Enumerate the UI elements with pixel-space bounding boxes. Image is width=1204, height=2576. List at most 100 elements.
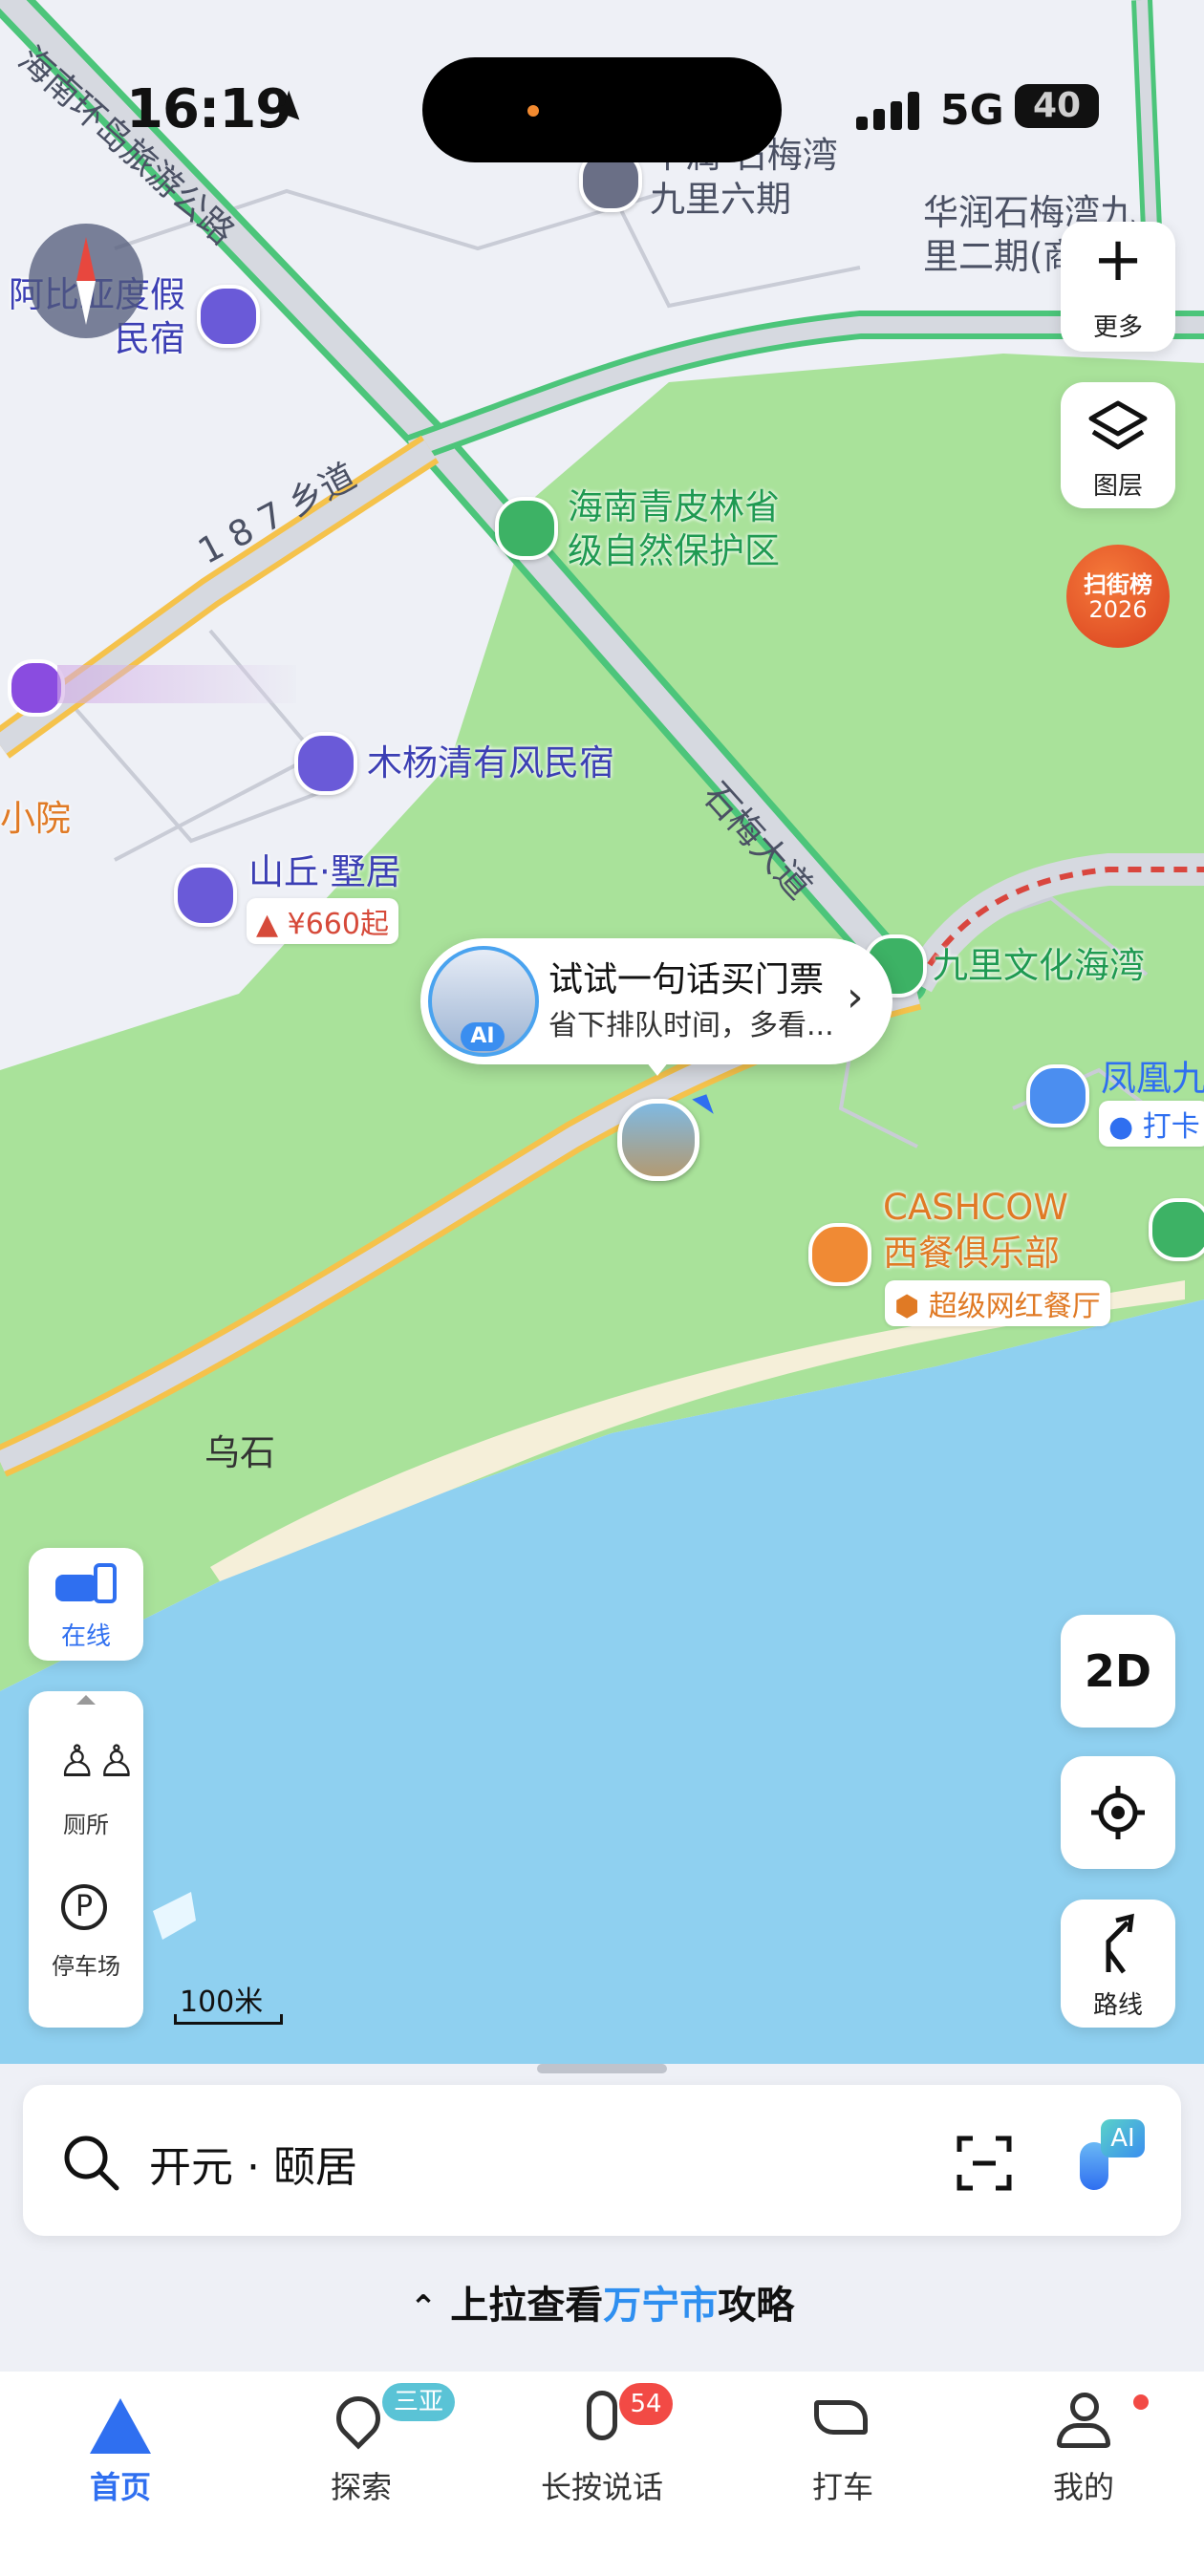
nature-icon[interactable] bbox=[1149, 1198, 1204, 1261]
bubble-tail bbox=[642, 1057, 673, 1076]
parking-icon: P bbox=[61, 1884, 107, 1930]
hotel-icon[interactable] bbox=[197, 285, 260, 348]
tab-taxi-label: 打车 bbox=[811, 2469, 873, 2505]
hotel-icon[interactable] bbox=[174, 864, 237, 927]
tab-bar: 首页 三亚 探索 54 长按说话 打车 我的 bbox=[0, 2372, 1204, 2576]
island-dot bbox=[527, 105, 539, 117]
ai-bubble-title: 试试一句话买门票 bbox=[548, 960, 825, 999]
online-label: 在线 bbox=[60, 1622, 111, 1651]
layers-button[interactable]: 图层 bbox=[1061, 382, 1175, 508]
locate-button[interactable] bbox=[1061, 1756, 1175, 1869]
taxi-send-icon bbox=[814, 2400, 868, 2435]
search-input[interactable]: 开元 · 颐居 bbox=[149, 2133, 357, 2194]
map-label-wushi[interactable]: 乌石 bbox=[204, 1431, 275, 1475]
map-label-reserve-line2: 级自然保护区 bbox=[568, 530, 780, 571]
chevron-up-icon[interactable] bbox=[76, 1695, 96, 1705]
drag-handle[interactable] bbox=[537, 2064, 667, 2073]
status-bar: 16:19 ➤ 5G 40 bbox=[0, 0, 1204, 220]
network-type: 5G bbox=[940, 86, 1004, 135]
explore-badge: 三亚 bbox=[382, 2383, 455, 2421]
ai-tag: AI bbox=[1101, 2119, 1145, 2157]
plus-icon: + bbox=[1092, 225, 1144, 295]
tab-explore[interactable]: 三亚 探索 bbox=[241, 2372, 482, 2576]
navigation-arrow-icon bbox=[90, 2398, 151, 2454]
nature-reserve-icon[interactable] bbox=[495, 497, 558, 560]
scan-icon[interactable] bbox=[956, 2135, 1013, 2192]
map-label-fenghuang[interactable]: 凤凰九 bbox=[1101, 1057, 1204, 1101]
parking-label: 停车场 bbox=[52, 1953, 120, 1980]
double-chevron-up-icon: ⌃ bbox=[409, 2288, 438, 2327]
city-guide-suffix: 攻略 bbox=[718, 2284, 795, 2328]
search-icon bbox=[64, 2136, 119, 2191]
route-label: 路线 bbox=[1092, 1991, 1143, 2020]
toilet-button[interactable]: ♙♙ 厕所 bbox=[29, 1722, 143, 1856]
restaurant-icon[interactable] bbox=[808, 1223, 871, 1286]
price-tag-text: ¥660起 bbox=[287, 908, 389, 941]
notification-dot bbox=[1133, 2394, 1149, 2410]
2d-label: 2D bbox=[1084, 1645, 1152, 1697]
signal-icon bbox=[856, 92, 919, 130]
layers-label: 图层 bbox=[1092, 472, 1143, 501]
price-tag: ▲ ¥660起 bbox=[247, 898, 398, 944]
car-phone-icon bbox=[55, 1561, 117, 1609]
map-label-reserve: 海南青皮林省 级自然保护区 bbox=[568, 485, 780, 573]
map-label-cashcow[interactable]: CASHCOW 西餐俱乐部 bbox=[883, 1185, 1068, 1277]
layers-icon bbox=[1088, 400, 1148, 450]
tab-home-label: 首页 bbox=[89, 2469, 151, 2505]
chevron-right-icon: › bbox=[847, 973, 864, 1021]
city-guide-link[interactable]: ⌃ 上拉查看万宁市攻略 bbox=[0, 2274, 1204, 2329]
checkin-tag: ● 打卡 bbox=[1099, 1101, 1204, 1147]
purple-location-dot[interactable] bbox=[8, 659, 65, 717]
city-guide-prefix: 上拉查看 bbox=[450, 2284, 604, 2328]
street-rank-title: 扫街榜 bbox=[1084, 571, 1152, 598]
scale-bar: 100米 bbox=[172, 1978, 283, 2026]
map-label-shanqiu[interactable]: 山丘·墅居 bbox=[248, 850, 401, 894]
tab-voice[interactable]: 54 长按说话 bbox=[482, 2372, 722, 2576]
voice-badge: 54 bbox=[619, 2383, 673, 2425]
map-label-cashcow-line1: CASHCOW bbox=[883, 1187, 1068, 1228]
map-label-cashcow-line2: 西餐俱乐部 bbox=[883, 1233, 1060, 1274]
more-button[interactable]: + 更多 bbox=[1061, 222, 1175, 352]
toilet-label: 厕所 bbox=[63, 1812, 109, 1838]
dynamic-island bbox=[422, 57, 782, 162]
tab-taxi[interactable]: 打车 bbox=[722, 2372, 963, 2576]
voice-ai-button[interactable]: AI bbox=[1064, 2119, 1145, 2205]
hotel-icon[interactable] bbox=[294, 732, 357, 795]
user-body-icon bbox=[1057, 2423, 1110, 2448]
ai-ticket-bubble[interactable]: AI 试试一句话买门票 省下排队时间，多看... › bbox=[420, 938, 892, 1064]
facility-panel: ♙♙ 厕所 P 停车场 bbox=[29, 1691, 143, 2028]
battery-indicator: 40 bbox=[1015, 84, 1099, 128]
tab-home[interactable]: 首页 bbox=[0, 2372, 241, 2576]
tab-mine[interactable]: 我的 bbox=[963, 2372, 1204, 2576]
museum-icon[interactable] bbox=[1026, 1064, 1089, 1127]
map-label-xiaoyuan[interactable]: 小院 bbox=[0, 797, 71, 841]
route-arrow-icon bbox=[1106, 1913, 1134, 1974]
parking-button[interactable]: P 停车场 bbox=[29, 1865, 143, 2008]
locate-target-icon bbox=[1091, 1786, 1145, 1839]
2d-toggle-button[interactable]: 2D bbox=[1061, 1615, 1175, 1728]
street-rank-year: 2026 bbox=[1088, 596, 1148, 623]
microphone-icon bbox=[587, 2391, 617, 2440]
avatar-small-icon: ● bbox=[1108, 1110, 1134, 1144]
map-label-muyang[interactable]: 木杨清有风民宿 bbox=[367, 741, 614, 785]
toilet-icon: ♙♙ bbox=[57, 1735, 137, 1787]
map-label-reserve-line1: 海南青皮林省 bbox=[568, 486, 780, 527]
hexagon-icon: ⬢ bbox=[894, 1290, 920, 1323]
tab-voice-label: 长按说话 bbox=[540, 2469, 663, 2505]
online-button[interactable]: 在线 bbox=[29, 1548, 143, 1661]
compass-icon[interactable] bbox=[29, 224, 143, 338]
flame-icon: ▲ bbox=[256, 908, 279, 941]
city-guide-city: 万宁市 bbox=[603, 2284, 719, 2328]
checkin-tag-text: 打卡 bbox=[1142, 1110, 1200, 1144]
user-icon bbox=[1070, 2393, 1099, 2421]
search-bar[interactable]: 开元 · 颐居 AI bbox=[23, 2085, 1181, 2236]
tab-explore-label: 探索 bbox=[330, 2469, 392, 2505]
hot-restaurant-tag-text: 超级网红餐厅 bbox=[928, 1290, 1101, 1323]
street-rank-badge[interactable]: 扫街榜 2026 bbox=[1066, 545, 1170, 648]
more-label: 更多 bbox=[1092, 313, 1143, 342]
route-button[interactable]: 路线 bbox=[1061, 1900, 1175, 2028]
map-label-jiuli[interactable]: 九里文化海湾 bbox=[933, 944, 1145, 988]
map-pin-icon bbox=[327, 2387, 390, 2450]
hot-restaurant-tag: ⬢ 超级网红餐厅 bbox=[885, 1280, 1110, 1326]
ai-bubble-subtitle: 省下排队时间，多看... bbox=[548, 1009, 834, 1042]
